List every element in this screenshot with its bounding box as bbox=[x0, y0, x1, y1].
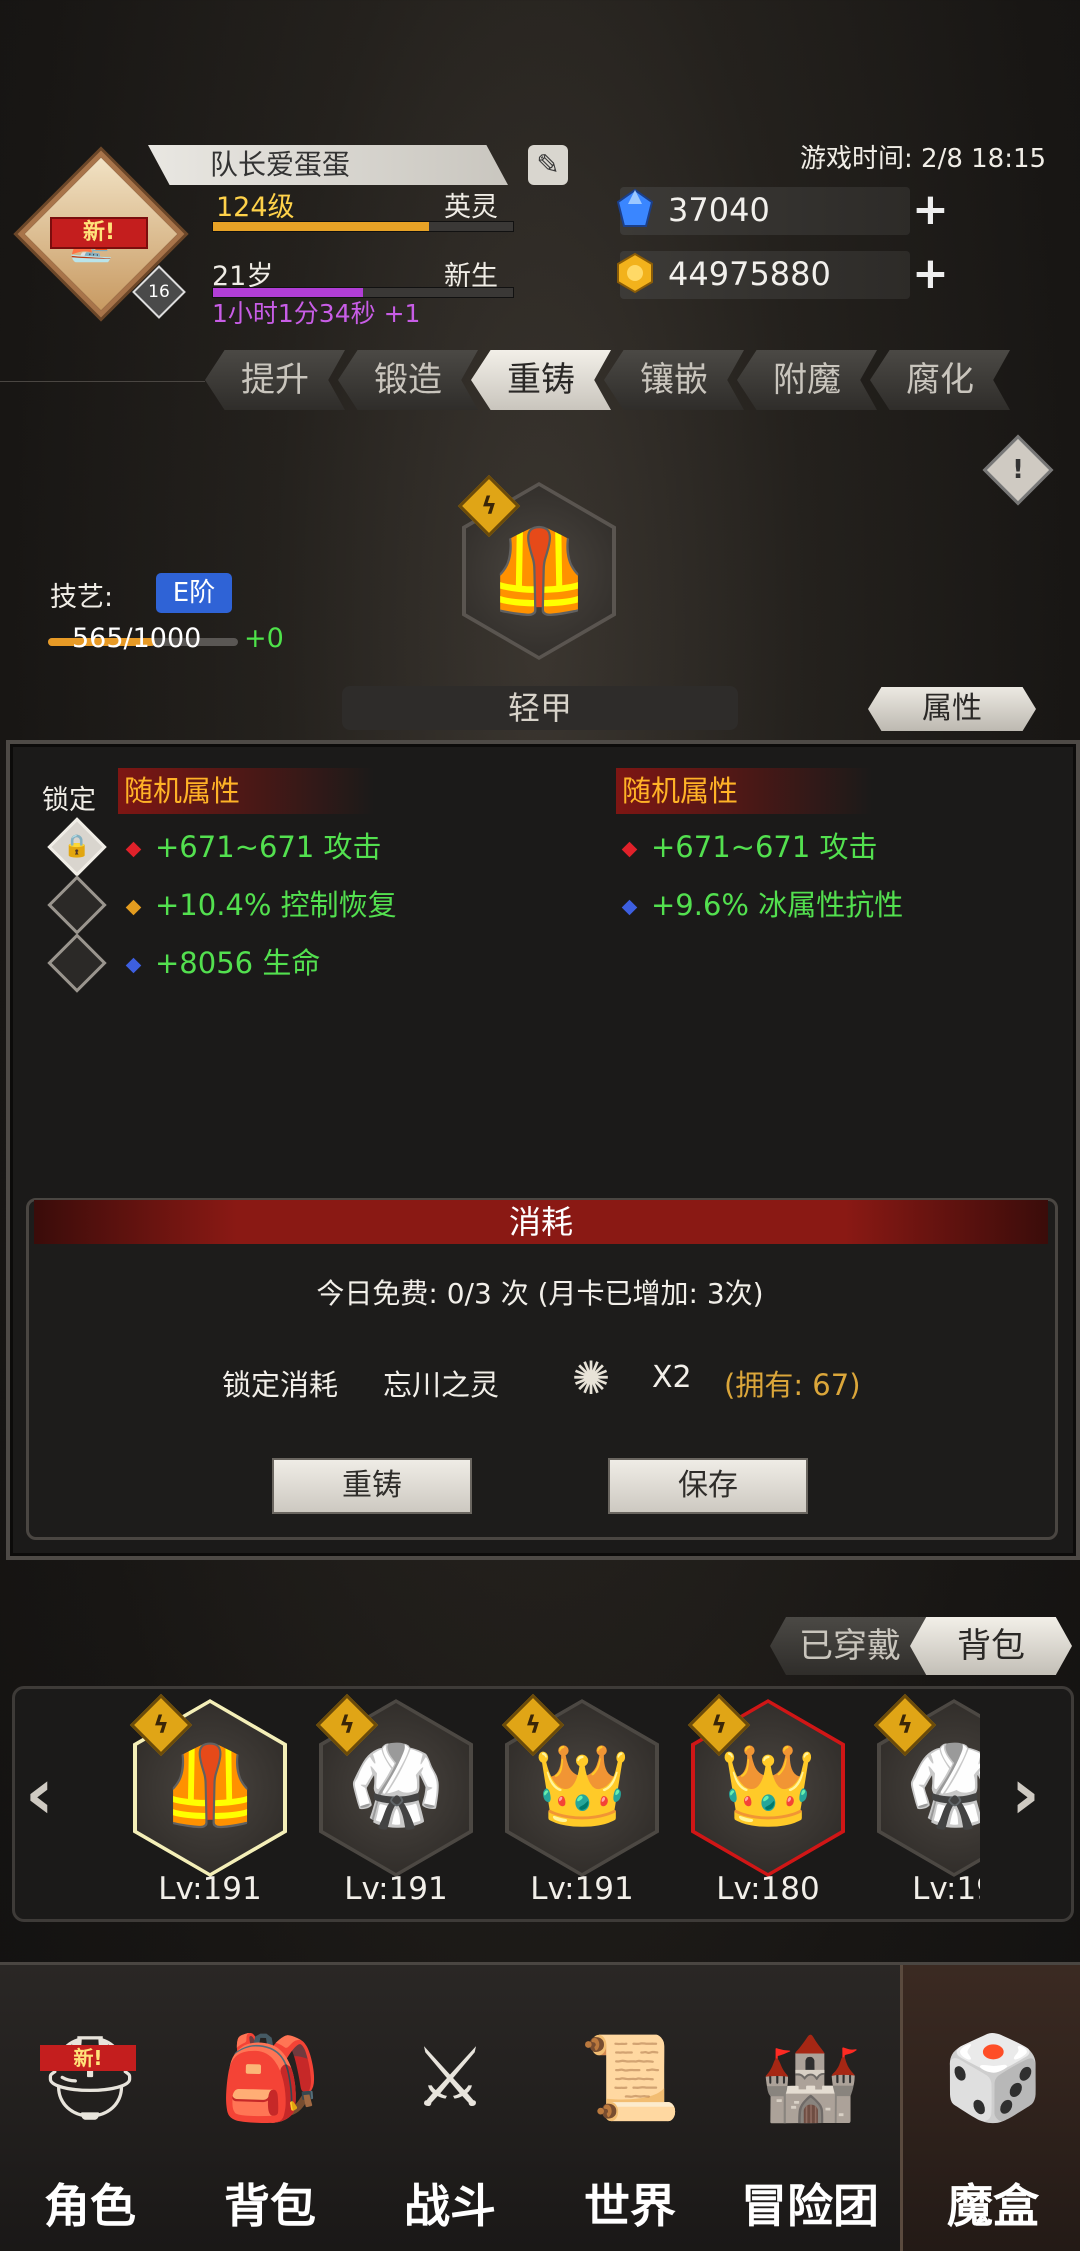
tab-upgrade[interactable]: 提升 bbox=[205, 350, 345, 410]
spirit-swirl-icon: ✺ bbox=[571, 1351, 611, 1405]
blue-gem-icon bbox=[621, 899, 638, 915]
add-gold-button[interactable]: + bbox=[912, 252, 949, 296]
armor-icon: 🦺 bbox=[161, 1741, 259, 1831]
nav-label: 世界 bbox=[584, 2179, 676, 2233]
next-arrow-icon[interactable]: › bbox=[1011, 1753, 1040, 1835]
backpack-icon: 🎒 bbox=[218, 2031, 322, 2126]
cost-quantity: X2 bbox=[652, 1360, 692, 1395]
forge-tabs: 提升 锻造 重铸 镶嵌 附魔 腐化 bbox=[205, 350, 1045, 412]
current-attr-row: +671~671 攻击 bbox=[125, 824, 382, 866]
nav-character[interactable]: ⛑ 新! 角色 bbox=[0, 1965, 180, 2251]
nav-battle[interactable]: ⚔ 战斗 bbox=[360, 1965, 540, 2251]
reforge-button[interactable]: 重铸 bbox=[272, 1458, 472, 1514]
lock-icon: 🔒 bbox=[63, 834, 91, 859]
growth-timer: 1小时1分34秒 +1 bbox=[212, 299, 421, 328]
blue-gem-icon bbox=[125, 957, 142, 973]
nav-new-tag: 新! bbox=[40, 2045, 136, 2071]
nav-label: 冒险团 bbox=[741, 2179, 879, 2233]
level-progress-bar bbox=[212, 221, 514, 232]
free-reforge-count: 今日免费: 0/3 次 (月卡已增加: 3次) bbox=[316, 1277, 764, 1310]
crown-helm-icon: 👑 bbox=[533, 1741, 631, 1831]
consumption-box bbox=[26, 1198, 1058, 1540]
robe-icon: 🥋 bbox=[347, 1741, 445, 1831]
slot-level: Lv:191 bbox=[344, 1871, 448, 1907]
slot-level: Lv:191 bbox=[158, 1871, 262, 1907]
attributes-button[interactable]: 属性 bbox=[868, 687, 1036, 731]
new-attr-row: +9.6% 冰属性抗性 bbox=[621, 882, 903, 924]
red-gem-icon bbox=[621, 841, 638, 857]
tab-equipped[interactable]: 已穿戴 bbox=[770, 1617, 930, 1675]
current-attr-row: +8056 生命 bbox=[125, 940, 320, 982]
helmet-icon: ⛑ bbox=[37, 2031, 143, 2126]
crown-helm-icon: 👑 bbox=[719, 1741, 817, 1831]
slot-level: Lv:191 bbox=[530, 1871, 634, 1907]
current-attr-header: 随机属性 bbox=[118, 768, 374, 814]
skill-progress-text: 565/1000 bbox=[72, 623, 202, 654]
lock-column-title: 锁定 bbox=[42, 785, 96, 816]
item-strip-viewport: 🦺 🥋 👑 👑 🥋 ϟ ϟ ϟ ϟ ϟ Lv:191 Lv:191 Lv:191… bbox=[65, 1689, 980, 1919]
nav-label: 背包 bbox=[224, 2179, 316, 2233]
tab-inlay[interactable]: 镶嵌 bbox=[604, 350, 744, 410]
item-name: 轻甲 bbox=[342, 686, 738, 730]
nav-label: 魔盒 bbox=[947, 2179, 1039, 2233]
nav-label: 战斗 bbox=[404, 2179, 496, 2233]
info-icon[interactable]: ! bbox=[982, 434, 1054, 506]
prev-arrow-icon[interactable]: ‹ bbox=[25, 1753, 54, 1835]
slot-level: Lv:19 bbox=[912, 1871, 980, 1907]
edit-name-icon[interactable]: ✎ bbox=[528, 145, 568, 185]
orange-gem-icon bbox=[125, 899, 142, 915]
tab-bag[interactable]: 背包 bbox=[910, 1617, 1072, 1675]
nav-world[interactable]: 📜 世界 bbox=[540, 1965, 720, 2251]
player-name: 队长爱蛋蛋 bbox=[148, 145, 508, 185]
diamond-icon bbox=[616, 188, 654, 227]
avatar-new-tag: 新! bbox=[50, 217, 148, 249]
new-attr-row: +671~671 攻击 bbox=[621, 824, 878, 866]
skill-grade-badge: E阶 bbox=[156, 573, 232, 613]
nav-magic-box[interactable]: 🎲 魔盒 bbox=[900, 1965, 1080, 2251]
owned-count: (拥有: 67) bbox=[724, 1368, 861, 1402]
player-avatar[interactable]: ⛵ 新! 16 bbox=[17, 150, 186, 319]
light-armor-icon: 🦺 bbox=[487, 524, 591, 619]
current-attr-row: +10.4% 控制恢复 bbox=[125, 882, 397, 924]
skill-label: 技艺: bbox=[50, 582, 114, 613]
diamond-amount: 37040 bbox=[668, 191, 770, 229]
gold-amount: 44975880 bbox=[668, 255, 831, 293]
skill-gain: +0 bbox=[244, 623, 284, 654]
nav-label: 角色 bbox=[44, 2179, 136, 2233]
magic-box-icon: 🎲 bbox=[941, 2031, 1045, 2126]
tab-forge[interactable]: 锻造 bbox=[338, 350, 478, 410]
new-attr-header: 随机属性 bbox=[616, 768, 872, 814]
gold-icon bbox=[617, 252, 653, 294]
bottom-nav: ⛑ 新! 角色 🎒 背包 ⚔ 战斗 📜 世界 🏰 冒险团 🎲 魔盒 bbox=[0, 1962, 1080, 2251]
nav-backpack[interactable]: 🎒 背包 bbox=[180, 1965, 360, 2251]
add-diamond-button[interactable]: + bbox=[912, 188, 949, 232]
slot-level: Lv:180 bbox=[716, 1871, 820, 1907]
tab-divider bbox=[0, 381, 205, 382]
tab-corrupt[interactable]: 腐化 bbox=[870, 350, 1010, 410]
tab-enchant[interactable]: 附魔 bbox=[737, 350, 877, 410]
castle-icon: 🏰 bbox=[758, 2031, 862, 2126]
save-button[interactable]: 保存 bbox=[608, 1458, 808, 1514]
game-time: 游戏时间: 2/8 18:15 bbox=[800, 144, 1047, 174]
sword-shield-icon: ⚔ bbox=[413, 2031, 487, 2126]
nav-guild[interactable]: 🏰 冒险团 bbox=[720, 1965, 900, 2251]
consumption-title: 消耗 bbox=[34, 1200, 1048, 1244]
item-strip: ‹ › 🦺 🥋 👑 👑 🥋 ϟ ϟ ϟ ϟ ϟ Lv:191 Lv:191 Lv… bbox=[12, 1686, 1074, 1922]
player-rank: 英灵 bbox=[444, 192, 498, 223]
lock-cost-label: 锁定消耗 bbox=[222, 1368, 339, 1402]
cost-item-name: 忘川之灵 bbox=[383, 1368, 500, 1402]
tab-reforge[interactable]: 重铸 bbox=[471, 350, 611, 410]
player-level: 124级 bbox=[216, 192, 295, 223]
red-gem-icon bbox=[125, 841, 142, 857]
robe-icon: 🥋 bbox=[905, 1741, 980, 1831]
scroll-icon: 📜 bbox=[578, 2031, 682, 2126]
